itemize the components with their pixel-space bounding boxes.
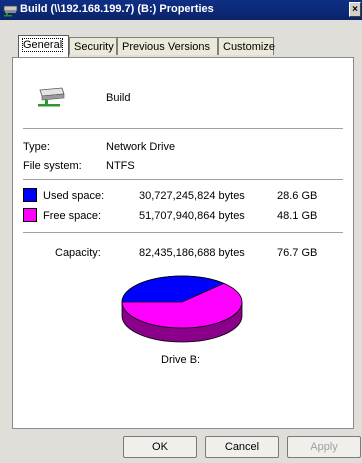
cancel-button[interactable]: Cancel [205,436,279,458]
file-system-value: NTFS [106,160,135,172]
window-title: Build (\\192.168.199.7) (B:) Properties [20,3,214,15]
free-space-bytes: 51,707,940,864 bytes [139,210,245,222]
type-label: Type: [23,141,50,153]
used-space-label: Used space: [43,190,105,202]
divider [23,179,343,181]
tab-security-label: Security [74,41,114,53]
used-space-swatch [23,188,37,202]
type-value: Network Drive [106,141,176,153]
network-drive-icon [38,87,65,107]
tab-customize-label: Customize [223,41,275,53]
ok-button[interactable]: OK [123,436,197,458]
drive-name: Build [106,92,131,104]
free-space-label: Free space: [43,210,102,222]
capacity-label: Capacity: [55,247,101,259]
divider [23,128,343,130]
tab-previous-versions[interactable]: Previous Versions [117,37,218,55]
free-space-gb: 48.1 GB [277,210,318,222]
general-panel: Build Type: Network Drive File system: N… [12,57,354,429]
close-button[interactable]: × [349,2,361,17]
file-system-label: File system: [23,160,82,172]
apply-button[interactable]: Apply [287,436,361,458]
used-space-bytes: 30,727,245,824 bytes [139,190,245,202]
disk-usage-pie-chart [121,275,243,343]
capacity-gb: 76.7 GB [277,247,318,259]
tab-customize[interactable]: Customize [218,37,275,55]
properties-dialog: General Security Previous Versions Custo… [0,20,362,463]
capacity-bytes: 82,435,186,688 bytes [139,247,245,259]
divider [23,232,343,234]
drive-caption: Drive B: [161,354,201,366]
network-drive-icon [3,5,18,17]
title-bar: Build (\\192.168.199.7) (B:) Properties … [0,0,362,20]
used-space-gb: 28.6 GB [277,190,318,202]
free-space-swatch [23,208,37,222]
tab-general-label: General [21,38,64,52]
tab-previous-versions-label: Previous Versions [122,41,211,53]
tab-general[interactable]: General [18,35,69,57]
tab-security[interactable]: Security [69,37,117,55]
